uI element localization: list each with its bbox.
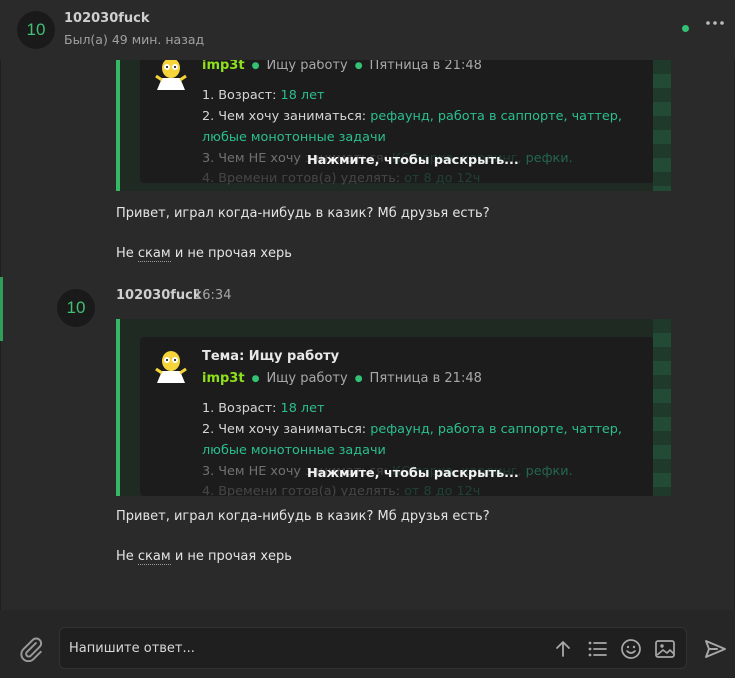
quote-line-wants-cont: любые монотонные задачи: [202, 130, 386, 145]
quote-date: Пятница в 21:48: [369, 371, 482, 386]
message-text: Не скам и не прочая херь: [116, 549, 292, 565]
sender-avatar[interactable]: 10: [57, 289, 95, 327]
quote-theme: Тема: Ищу работу: [202, 349, 340, 364]
attach-icon[interactable]: [18, 636, 44, 662]
send-icon[interactable]: [703, 637, 727, 661]
quote-line-time: 4. Времени готов(а) уделять: от 8 до 12ч: [202, 484, 481, 496]
quote-line-wants-cont: любые монотонные задачи: [202, 443, 386, 458]
message-text: Привет, играл когда-нибудь в казик? Мб д…: [116, 206, 490, 221]
last-seen-status: Был(а) 49 мин. назад: [64, 32, 205, 47]
quote-line-wants: 2. Чем хочу заниматься: рефаунд, работа …: [202, 109, 622, 124]
chat-avatar[interactable]: 10: [17, 11, 55, 49]
quote-author-row: imp3t ● Ищу работу ● Пятница в 21:48: [202, 60, 482, 73]
list-icon[interactable]: [586, 638, 608, 660]
quote-line-age: 1. Возраст: 18 лет: [202, 88, 325, 103]
quote-block[interactable]: imp3t ● Ищу работу ● Пятница в 21:48 1. …: [116, 60, 671, 191]
image-icon[interactable]: [654, 638, 676, 660]
separator-dot-icon: ●: [251, 60, 260, 71]
upload-icon[interactable]: [552, 638, 574, 660]
quote-line-time: 4. Времени готов(а) уделять: от 8 до 12ч: [202, 171, 481, 186]
spellcheck-word: скам: [137, 549, 171, 565]
more-options-icon[interactable]: [705, 14, 725, 32]
expand-quote-link[interactable]: Нажмите, чтобы раскрыть...: [305, 466, 521, 481]
user-avatar-icon: [155, 351, 187, 383]
quote-line-age: 1. Возраст: 18 лет: [202, 401, 325, 416]
quote-block[interactable]: Тема: Ищу работу imp3t ● Ищу работу ● Пя…: [116, 319, 671, 496]
sender-name[interactable]: 102030fuck: [116, 288, 202, 303]
user-avatar-icon: [155, 60, 187, 90]
reply-placeholder[interactable]: Напишите ответ...: [69, 641, 195, 656]
message-time: 16:34: [194, 288, 232, 303]
chat-header: 10 102030fuck Был(а) 49 мин. назад: [0, 0, 735, 60]
message-text: Не скам и не прочая херь: [116, 246, 292, 262]
emoji-icon[interactable]: [620, 638, 642, 660]
separator-dot-icon: ●: [354, 373, 363, 384]
separator-dot-icon: ●: [354, 60, 363, 71]
quote-topic[interactable]: Ищу работу: [266, 371, 347, 386]
quote-topic[interactable]: Ищу работу: [266, 60, 347, 73]
quote-card: imp3t ● Ищу работу ● Пятница в 21:48 1. …: [140, 60, 655, 186]
quote-date: Пятница в 21:48: [369, 60, 482, 73]
quote-line-wants: 2. Чем хочу заниматься: рефаунд, работа …: [202, 422, 622, 437]
quote-author-row: imp3t ● Ищу работу ● Пятница в 21:48: [202, 371, 482, 386]
message-text: Привет, играл когда-нибудь в казик? Мб д…: [116, 509, 490, 524]
quote-card: Тема: Ищу работу imp3t ● Ищу работу ● Пя…: [140, 337, 655, 496]
expand-quote-link[interactable]: Нажмите, чтобы раскрыть...: [305, 153, 521, 168]
quote-author[interactable]: imp3t: [202, 60, 245, 73]
chat-title[interactable]: 102030fuck: [64, 11, 150, 26]
spellcheck-word: скам: [137, 246, 171, 262]
separator-dot-icon: ●: [251, 373, 260, 384]
message-highlight-bar: [0, 277, 3, 341]
quote-author[interactable]: imp3t: [202, 371, 245, 386]
online-dot-icon: [682, 25, 689, 32]
